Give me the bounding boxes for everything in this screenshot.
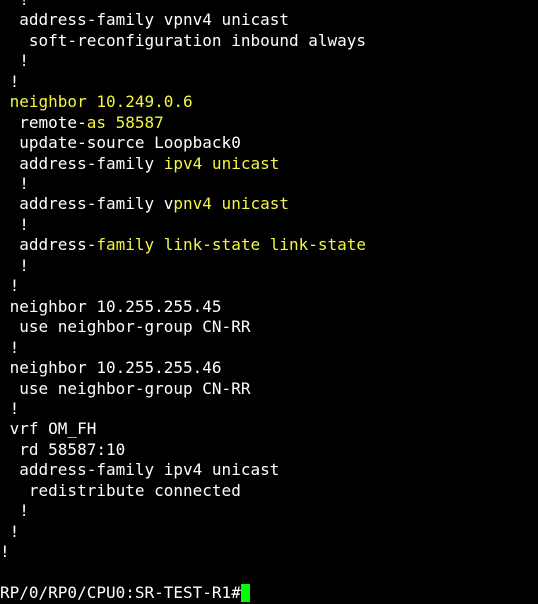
terminal-text-segment: soft-reconfiguration inbound always [0,31,367,50]
terminal-line: redistribute connected [0,481,241,501]
terminal-line: ! [0,72,20,92]
terminal-line: ! [0,399,20,419]
terminal-line: ! [0,215,29,235]
terminal-text-segment: ! [0,174,29,193]
terminal-line: ! [0,501,29,521]
terminal-text-segment: ! [0,72,20,91]
terminal-line: remote-as 58587 [0,113,164,133]
terminal-line: neighbor 10.255.255.45 [0,297,222,317]
terminal-text-segment: redistribute connected [0,481,241,500]
terminal-text-segment: address-family v [0,194,174,213]
terminal-line: update-source Loopback0 [0,133,241,153]
terminal-text-segment: ! [0,501,29,520]
terminal-line: ! [0,256,29,276]
terminal-text-segment: address-family [0,154,164,173]
terminal-text-segment: address- [0,235,97,254]
terminal-text-segment: ! [0,522,20,541]
terminal-text-segment: ipv4 unicast [163,154,280,173]
terminal-line: address-family ipv4 unicast [0,154,279,174]
command-prompt-line[interactable]: RP/0/RP0/CPU0:SR-TEST-R1# [0,583,250,603]
terminal-window[interactable]: ! address-family vpnv4 unicast soft-reco… [0,0,538,604]
terminal-text-segment: update-source Loopback0 [0,133,241,152]
terminal-line: address-family vpnv4 unicast [0,194,289,214]
text-cursor[interactable] [240,584,250,602]
terminal-text-segment: vrf OM_FH [0,419,97,438]
terminal-text-segment: pnv4 unicast [173,194,289,213]
terminal-text-segment: ! [0,0,29,9]
terminal-line: use neighbor-group CN-RR [0,379,250,399]
terminal-line: address-family link-state link-state [0,235,366,255]
terminal-line: neighbor 10.249.0.6 [0,92,193,112]
terminal-text-segment: rd 58587:10 [0,440,126,459]
terminal-line: address-family ipv4 unicast [0,460,279,480]
terminal-line: ! [0,542,10,562]
terminal-line: rd 58587:10 [0,440,125,460]
terminal-text-segment: as 58587 [86,113,164,132]
terminal-text-segment: use neighbor-group CN-RR [0,317,251,336]
terminal-line: ! [0,51,29,71]
terminal-text-segment: ! [0,338,20,357]
terminal-text-segment: ! [0,51,29,70]
command-prompt: RP/0/RP0/CPU0:SR-TEST-R1# [0,583,241,602]
terminal-line: soft-reconfiguration inbound always [0,31,366,51]
terminal-line: vrf OM_FH [0,419,97,439]
terminal-text-segment: neighbor 10.249.0.6 [0,92,193,111]
terminal-text-segment: ! [0,542,10,561]
terminal-text-segment: ! [0,256,29,275]
terminal-text-segment: neighbor 10.255.255.46 [0,358,222,377]
terminal-text-segment: ! [0,276,20,295]
terminal-line: address-family vpnv4 unicast [0,10,289,30]
terminal-line: ! [0,276,20,296]
terminal-text-segment: address-family vpnv4 unicast [0,10,289,29]
terminal-text-segment: neighbor 10.255.255.45 [0,297,222,316]
terminal-line: ! [0,338,20,358]
terminal-line: ! [0,174,29,194]
terminal-text-segment: use neighbor-group CN-RR [0,379,251,398]
terminal-line: ! [0,522,20,542]
terminal-text-segment: ! [0,399,20,418]
terminal-line: use neighbor-group CN-RR [0,317,250,337]
terminal-text-segment: ! [0,215,29,234]
terminal-text-segment: remote- [0,113,87,132]
terminal-text-segment: family link-state link-state [96,235,367,254]
terminal-line: ! [0,0,29,10]
terminal-line: neighbor 10.255.255.46 [0,358,222,378]
terminal-text-segment: address-family ipv4 unicast [0,460,280,479]
